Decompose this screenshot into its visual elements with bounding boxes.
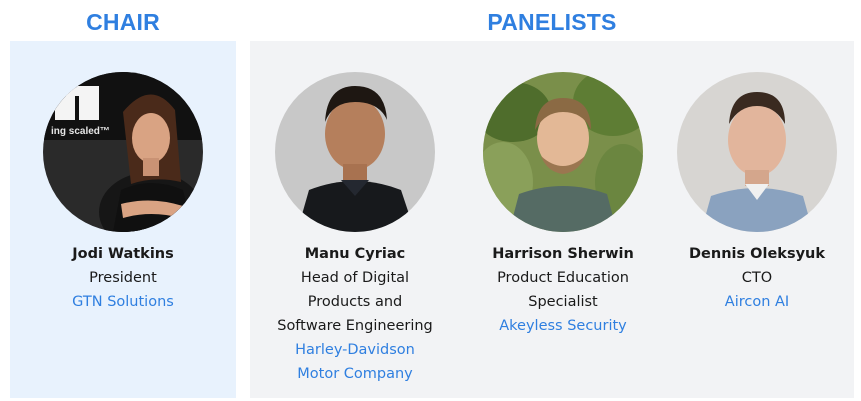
- chair-card: ing scaled™ Jodi Watkins President GTN S…: [28, 72, 218, 314]
- chair-name: Jodi Watkins: [72, 246, 174, 262]
- panelist-1-name: Manu Cyriac: [304, 246, 406, 262]
- panelist-3-name: Dennis Oleksyuk: [689, 246, 825, 262]
- panelist-1-title-line-3: Software Engineering: [277, 318, 433, 334]
- panelist-card-1: Manu Cyriac Head of Digital Products and…: [260, 72, 450, 386]
- chair-org-line-1: GTN Solutions: [72, 294, 174, 310]
- panelist-3-photo: [677, 72, 837, 232]
- chair-heading: CHAIR: [86, 9, 160, 35]
- chair-backdrop-text: ing scaled™: [51, 126, 110, 137]
- panelist-2-title-line-2: Specialist: [528, 294, 598, 310]
- chair-photo: ing scaled™: [43, 72, 203, 232]
- panelist-1-photo: [275, 72, 435, 232]
- chair-portrait-image: ing scaled™: [43, 72, 203, 232]
- panelists-heading: PANELISTS: [487, 9, 617, 35]
- panelist-card-3: Dennis Oleksyuk CTO Aircon AI: [662, 72, 852, 314]
- panelist-1-org-line-2: Motor Company: [297, 366, 413, 382]
- panelist-3-title-line-1: CTO: [741, 270, 773, 286]
- panelist-2-photo: [483, 72, 643, 232]
- panelist-2-title-line-1: Product Education: [497, 270, 629, 286]
- panelist-1-portrait-image: [275, 72, 435, 232]
- panelist-3-portrait-image: [677, 72, 837, 232]
- panelist-2-org-line-1: Akeyless Security: [499, 318, 627, 334]
- panelist-3-org-line-1: Aircon AI: [724, 294, 790, 310]
- panelist-2-name: Harrison Sherwin: [492, 246, 634, 262]
- chair-title-line-1: President: [89, 270, 157, 286]
- panelist-1-org-line-1: Harley-Davidson: [295, 342, 415, 358]
- panelist-card-2: Harrison Sherwin Product Education Speci…: [468, 72, 658, 338]
- panelist-1-title-line-1: Head of Digital: [300, 270, 410, 286]
- panelist-2-portrait-image: [483, 72, 643, 232]
- panelist-1-title-line-2: Products and: [307, 294, 403, 310]
